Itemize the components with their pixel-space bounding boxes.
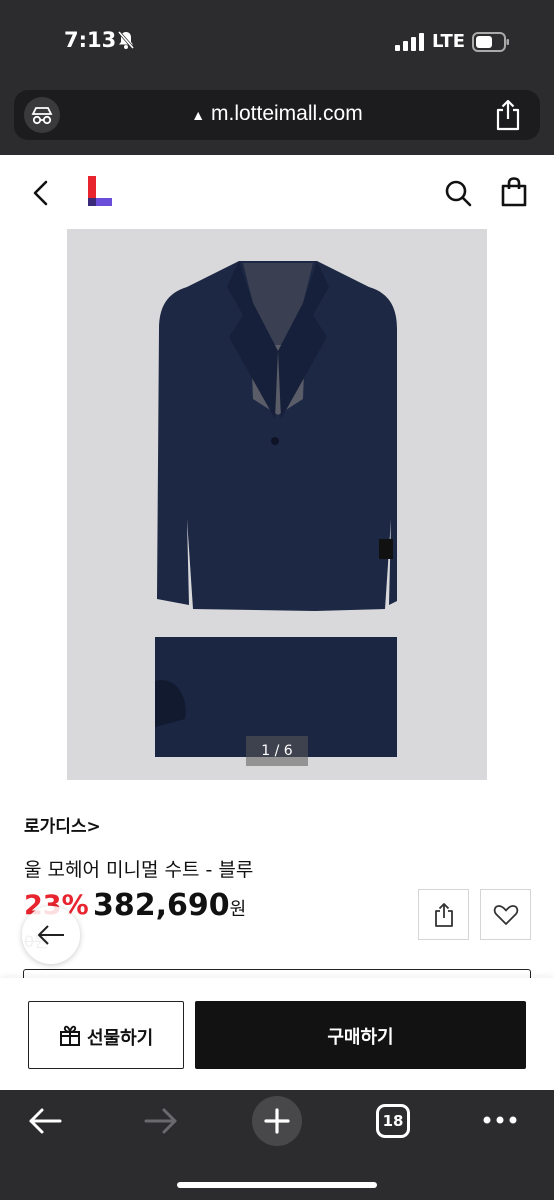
gift-button[interactable]: 선물하기	[28, 1001, 184, 1069]
bell-slash-icon	[117, 31, 135, 49]
gift-label: 선물하기	[87, 1028, 154, 1049]
shopping-bag-icon[interactable]	[500, 177, 528, 207]
home-indicator	[177, 1182, 377, 1188]
status-time: 7:13	[64, 28, 117, 52]
brand-link[interactable]: 로가디스>	[24, 812, 101, 837]
product-title: 울 모헤어 미니멀 수트 - 블루	[24, 859, 254, 881]
browser-address-area: ▲ m.lotteimall.com	[0, 82, 554, 155]
url-text[interactable]: ▲ m.lotteimall.com	[14, 102, 540, 126]
search-icon[interactable]	[444, 179, 472, 207]
suit-jacket-image	[155, 261, 397, 757]
back-arrow-icon[interactable]	[28, 1106, 62, 1136]
image-counter: 1 / 6	[246, 736, 308, 766]
status-bar: 7:13 LTE	[0, 0, 554, 82]
wishlist-button[interactable]	[480, 889, 531, 940]
floating-back-button[interactable]	[22, 906, 80, 964]
share-icon	[435, 903, 453, 927]
chevron-left-icon[interactable]	[30, 179, 52, 207]
network-type: LTE	[432, 31, 466, 52]
site-header	[0, 155, 554, 229]
browser-toolbar: 18	[0, 1090, 554, 1200]
share-icon[interactable]	[494, 99, 522, 131]
sale-price-value: 382,690	[93, 888, 230, 923]
gift-icon	[60, 1025, 80, 1046]
battery-icon	[472, 32, 509, 52]
url-value: m.lotteimall.com	[211, 102, 363, 125]
more-icon[interactable]	[482, 1110, 518, 1130]
purchase-bar: 선물하기 구매하기	[0, 978, 554, 1090]
buy-label: 구매하기	[327, 1027, 394, 1048]
address-bar[interactable]: ▲ m.lotteimall.com	[14, 90, 540, 140]
lotte-logo[interactable]	[88, 176, 112, 206]
product-image-carousel[interactable]: 1 / 6	[67, 229, 487, 780]
sale-price: 382,690원	[93, 888, 246, 923]
price-unit: 원	[229, 899, 247, 920]
new-tab-button[interactable]	[252, 1096, 302, 1146]
arrow-left-icon	[38, 925, 64, 945]
forward-arrow-icon[interactable]	[144, 1106, 178, 1136]
plus-icon	[264, 1108, 290, 1134]
signal-icon	[395, 33, 424, 51]
tabs-button[interactable]: 18	[376, 1104, 410, 1138]
lock-icon: ▲	[191, 107, 206, 123]
share-button[interactable]	[418, 889, 469, 940]
heart-icon	[493, 905, 519, 925]
buy-button[interactable]: 구매하기	[195, 1001, 526, 1069]
